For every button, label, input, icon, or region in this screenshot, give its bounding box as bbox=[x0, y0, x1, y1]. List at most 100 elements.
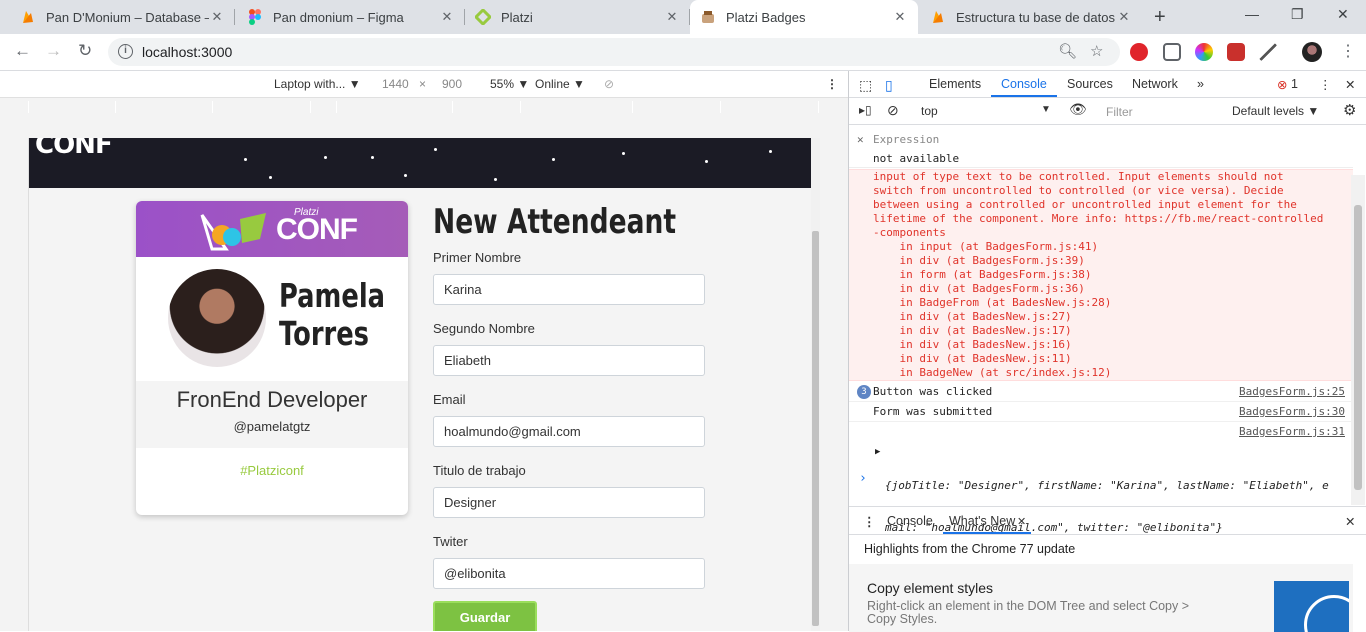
address-bar[interactable]: i localhost:3000 🔍︎ ☆ bbox=[108, 38, 1120, 66]
close-tab-icon[interactable]: ✕ bbox=[1116, 9, 1132, 25]
drawer-tabbar: ⋮ Console What's New ✕ ✕ bbox=[849, 507, 1366, 535]
email-input[interactable]: hoalmundo@gmail.com bbox=[433, 416, 705, 447]
form-title: New Attendeant bbox=[433, 202, 677, 242]
tab-firebase-database[interactable]: Pan D'Monium – Database – Fi ✕ bbox=[10, 0, 235, 34]
info-icon[interactable]: i bbox=[118, 44, 133, 59]
opera-extension-icon[interactable] bbox=[1130, 43, 1148, 61]
badge-name: Pamela Torres bbox=[279, 277, 385, 353]
tab-title: Estructura tu base de datos | bbox=[956, 9, 1116, 25]
viewport-height[interactable]: 900 bbox=[442, 77, 462, 91]
close-drawer-tab-icon[interactable]: ✕ bbox=[1017, 515, 1026, 528]
close-tab-icon[interactable]: ✕ bbox=[439, 9, 455, 25]
page-scrollbar[interactable] bbox=[811, 138, 820, 631]
conf-logo: CONF bbox=[35, 138, 113, 160]
log-source-link[interactable]: BadgesForm.js:25 bbox=[1239, 382, 1345, 401]
console-filter-input[interactable]: Filter bbox=[1103, 102, 1223, 121]
close-tab-icon[interactable]: ✕ bbox=[664, 9, 680, 25]
second-name-input[interactable]: Eliabeth bbox=[433, 345, 705, 376]
settings-gear-icon[interactable]: ⚙ bbox=[1343, 101, 1356, 119]
menu-dots-icon[interactable]: ⋮ bbox=[1340, 41, 1356, 61]
badge-conf-logo: CONF bbox=[276, 213, 358, 246]
drawer-menu-icon[interactable]: ⋮ bbox=[863, 514, 876, 529]
context-dropdown-icon[interactable]: ▼ bbox=[1041, 104, 1051, 115]
color-extension-icon[interactable] bbox=[1195, 43, 1213, 61]
device-select[interactable]: Laptop with... ▼ bbox=[274, 77, 361, 91]
close-tab-icon[interactable]: ✕ bbox=[209, 9, 225, 25]
close-devtools-icon[interactable]: ✕ bbox=[1345, 77, 1355, 92]
console-scrollbar[interactable] bbox=[1351, 175, 1365, 505]
network-throttle-select[interactable]: Online ▼ bbox=[535, 77, 585, 91]
expand-triangle-icon[interactable]: ▶ bbox=[875, 445, 880, 459]
firebase-icon bbox=[930, 9, 946, 25]
whats-new-thumbnail bbox=[1274, 581, 1349, 632]
zoom-icon[interactable]: 🔍︎ bbox=[1058, 42, 1077, 60]
more-tabs-icon[interactable]: » bbox=[1197, 77, 1204, 91]
log-source-link[interactable]: BadgesForm.js:30 bbox=[1239, 402, 1345, 421]
inspect-element-icon[interactable]: ⬚ bbox=[859, 77, 872, 94]
url-text[interactable]: localhost:3000 bbox=[142, 44, 232, 60]
tab-platzi[interactable]: Platzi ✕ bbox=[465, 0, 690, 34]
tab-console[interactable]: Console bbox=[1001, 77, 1047, 91]
tab-strip: Pan D'Monium – Database – Fi ✕ Pan dmoni… bbox=[0, 0, 1366, 34]
last-name: Torres bbox=[279, 314, 369, 353]
twitter-input[interactable]: @elibonita bbox=[433, 558, 705, 589]
device-menu-icon[interactable]: ⋮ bbox=[826, 77, 838, 91]
console-output: ✕ Expression not available input of type… bbox=[849, 125, 1353, 534]
tab-title: Pan dmonium – Figma bbox=[273, 9, 404, 25]
remove-expression-icon[interactable]: ✕ bbox=[857, 133, 864, 146]
tab-elements[interactable]: Elements bbox=[929, 77, 981, 91]
back-icon[interactable]: ← bbox=[14, 41, 31, 61]
reload-icon[interactable]: ↻ bbox=[78, 41, 92, 61]
device-toggle-icon[interactable]: ▯ bbox=[885, 77, 893, 94]
eye-icon[interactable]: 👁︎ bbox=[1069, 101, 1087, 118]
hero-banner: CONF bbox=[29, 138, 811, 188]
profile-avatar[interactable] bbox=[1302, 42, 1322, 62]
badge-card: Platzi CONF Pamela Torres FronEnd Develo… bbox=[136, 201, 408, 515]
new-tab-button[interactable]: + bbox=[1154, 6, 1166, 29]
minimize-button[interactable]: — bbox=[1245, 6, 1259, 22]
zoom-select[interactable]: 55% ▼ bbox=[490, 77, 529, 91]
rotate-icon[interactable]: ⊘ bbox=[604, 77, 614, 91]
save-button[interactable]: Guardar bbox=[433, 601, 537, 631]
close-window-button[interactable]: ✕ bbox=[1337, 6, 1349, 23]
tab-sources[interactable]: Sources bbox=[1067, 77, 1113, 91]
eyedropper-extension-icon[interactable] bbox=[1259, 43, 1277, 61]
browser-toolbar: ← → ↻ i localhost:3000 🔍︎ ☆ ⋮ bbox=[0, 34, 1366, 71]
tab-firebase-structure[interactable]: Estructura tu base de datos | ✕ bbox=[920, 0, 1142, 34]
pocket-extension-icon[interactable] bbox=[1163, 43, 1181, 61]
first-name-input[interactable]: Karina bbox=[433, 274, 705, 305]
clear-console-icon[interactable]: ⊘ bbox=[887, 102, 899, 119]
second-name-label: Segundo Nombre bbox=[433, 321, 535, 336]
puzzle-extension-icon[interactable] bbox=[1227, 43, 1245, 61]
devtools-menu-icon[interactable]: ⋮ bbox=[1319, 77, 1332, 92]
error-count[interactable]: 1 bbox=[1291, 77, 1298, 91]
bookmark-star-icon[interactable]: ☆ bbox=[1090, 42, 1103, 60]
close-drawer-icon[interactable]: ✕ bbox=[1345, 514, 1355, 529]
tab-figma[interactable]: Pan dmonium – Figma ✕ bbox=[237, 0, 465, 34]
log-levels-select[interactable]: Default levels ▼ bbox=[1232, 104, 1319, 118]
job-title-input[interactable]: Designer bbox=[433, 487, 705, 518]
logged-object[interactable]: ▶ {jobTitle: "Designer", firstName: "Kar… bbox=[849, 437, 1353, 534]
tab-platzi-badges[interactable]: Platzi Badges ✕ bbox=[690, 0, 918, 34]
maximize-button[interactable]: ❐ bbox=[1291, 6, 1304, 23]
drawer-tab-console[interactable]: Console bbox=[887, 514, 933, 528]
log-text: Button was clicked bbox=[873, 385, 993, 398]
expression-value: not available bbox=[873, 152, 960, 165]
first-name: Pamela bbox=[279, 276, 386, 315]
badge-hashtag: #Platziconf bbox=[240, 463, 304, 478]
close-tab-icon[interactable]: ✕ bbox=[892, 9, 908, 25]
forward-icon[interactable]: → bbox=[45, 41, 62, 61]
tab-network[interactable]: Network bbox=[1132, 77, 1178, 91]
sidebar-toggle-icon[interactable]: ▸▯ bbox=[859, 103, 872, 117]
live-expression: ✕ Expression not available bbox=[849, 128, 1353, 168]
badge-header: Platzi CONF bbox=[136, 201, 408, 257]
object-line-1: {jobTitle: "Designer", firstName: "Karin… bbox=[885, 479, 1329, 492]
media-query-ruler bbox=[0, 98, 848, 116]
context-select[interactable]: top bbox=[921, 104, 938, 118]
console-prompt-icon[interactable]: › bbox=[859, 471, 867, 486]
expression-label[interactable]: Expression bbox=[873, 133, 939, 146]
viewport-width[interactable]: 1440 bbox=[382, 77, 409, 91]
whats-new-card[interactable]: Copy element styles Right-click an eleme… bbox=[849, 564, 1353, 632]
drawer-tab-whats-new[interactable]: What's New bbox=[949, 514, 1015, 528]
error-icon: ⊗ bbox=[1277, 78, 1288, 92]
